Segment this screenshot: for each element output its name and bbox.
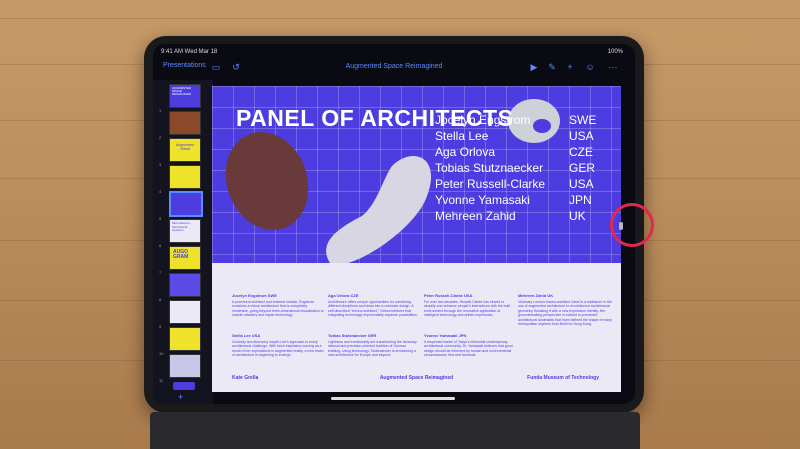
slide-number: 6 xyxy=(159,243,162,248)
slide-thumb-6[interactable]: Micro-Electro-Mechanical Systems xyxy=(169,219,201,243)
slide-thumb-5[interactable] xyxy=(169,191,203,217)
architect-name: Stella Lee xyxy=(435,129,489,143)
tap-highlight-circle xyxy=(610,203,654,247)
bio-block: Jocelyn Engstrom SWE A prominent archite… xyxy=(232,293,324,318)
bio-heading: Yvonne Yamasaki JPN xyxy=(424,333,467,338)
bio-text: A respected leader of Tokyo's influentia… xyxy=(424,339,513,358)
slide-number: 5 xyxy=(159,216,162,221)
bio-block: Stella Lee USA Curiosity and discovery i… xyxy=(232,333,324,358)
bio-text: A prominent architect and eminent schola… xyxy=(232,299,324,318)
architect-name: Jocelyn Engstrom xyxy=(435,113,531,127)
architect-name: Tobias Stutznaecker xyxy=(435,161,544,175)
architect-country: USA xyxy=(569,177,594,191)
architect-name: Peter Russell-Clarke xyxy=(435,177,546,191)
document-title[interactable]: Augmented Space Reimagined xyxy=(153,63,635,70)
bio-heading: Tobias Stutznaecker GER xyxy=(328,333,377,338)
slide-thumb-11[interactable] xyxy=(169,354,201,378)
current-slide-indicator xyxy=(173,382,195,390)
collaborate-icon[interactable]: ☺ xyxy=(585,62,595,72)
architect-country: USA xyxy=(569,129,594,143)
architect-country: JPN xyxy=(569,193,592,207)
status-time: 9:41 AM Wed Mar 18 xyxy=(161,49,218,55)
slide-number: 3 xyxy=(159,162,162,167)
bio-text: Visionary London-based architect Zahid i… xyxy=(518,299,612,327)
slide-number: 4 xyxy=(159,189,162,194)
slide-number: 1 xyxy=(159,108,162,113)
add-icon[interactable]: + xyxy=(565,62,575,72)
bio-heading: Jocelyn Engstrom SWE xyxy=(232,293,277,298)
architect-country: UK xyxy=(569,209,586,223)
architect-name: Yvonne Yamasaki xyxy=(435,193,530,207)
slide-canvas[interactable]: PANEL OF ARCHITECTS Jocelyn Engstrom SWE… xyxy=(212,86,621,392)
bio-text: Architecture offers unique opportunities… xyxy=(328,299,418,318)
toolbar: Presentations ▭ ↺ Augmented Space Reimag… xyxy=(153,58,635,80)
status-bar: 9:41 AM Wed Mar 18 100% xyxy=(153,44,635,58)
slide-number: 10 xyxy=(159,351,164,356)
slide-thumb-10[interactable] xyxy=(169,327,201,351)
pen-icon[interactable]: ✎ xyxy=(547,62,557,72)
slide-thumb-3[interactable]: Augmented Virtual xyxy=(169,138,201,162)
keyboard-stand xyxy=(150,412,640,449)
bio-block: Tobias Stutznaecker GER Lightness and em… xyxy=(328,333,420,358)
architect-country: GER xyxy=(569,161,596,175)
bio-heading: Aga Orlova CZE xyxy=(328,293,359,298)
slide-number: 7 xyxy=(159,270,162,275)
architect-name: Aga Orlova xyxy=(435,145,496,159)
bio-text: For over two decades, Russell-Clarke has… xyxy=(424,299,511,318)
bio-text: Lightness and emotionality are transform… xyxy=(328,339,417,358)
footer-venue: Funda Museum of Technology xyxy=(527,375,599,381)
bio-block: Aga Orlova CZE Architecture offers uniqu… xyxy=(328,293,420,318)
architect-country: CZE xyxy=(569,145,593,159)
bio-heading: Mehreen Zahid UK xyxy=(518,293,554,298)
slide-header-area: PANEL OF ARCHITECTS Jocelyn Engstrom SWE… xyxy=(212,86,621,263)
bio-block: Peter Russell-Clarke USA For over two de… xyxy=(424,293,516,318)
add-slide-button[interactable]: + xyxy=(178,392,183,402)
slide-thumb-9[interactable] xyxy=(169,300,201,324)
slide-number: 8 xyxy=(159,297,162,302)
bio-text: Curiosity and discovery inspire Lee's ap… xyxy=(232,339,324,358)
slide-navigator: AUGMENTED SPACE REIMAGINED 1 2 Augmented… xyxy=(153,80,213,404)
slide-number: 2 xyxy=(159,135,162,140)
slide-thumb-2[interactable] xyxy=(169,111,201,135)
bio-heading: Peter Russell-Clarke USA xyxy=(424,293,473,298)
home-indicator[interactable] xyxy=(331,397,455,400)
bio-block: Yvonne Yamasaki JPN A respected leader o… xyxy=(424,333,516,358)
slide-thumb-7[interactable]: AUGO GRAM xyxy=(169,246,201,270)
more-icon[interactable]: ⋯ xyxy=(608,62,618,72)
architect-name: Mehreen Zahid xyxy=(435,209,516,223)
slide-number: 11 xyxy=(159,378,164,383)
bio-heading: Stella Lee USA xyxy=(232,333,261,338)
slide-thumb-8[interactable] xyxy=(169,273,201,297)
architect-country: SWE xyxy=(569,113,597,127)
play-icon[interactable]: ▶ xyxy=(529,62,539,72)
bio-block: Mehreen Zahid UK Visionary London-based … xyxy=(518,293,612,327)
ipad-screen: 9:41 AM Wed Mar 18 100% Presentations ▭ … xyxy=(153,44,635,404)
slide-thumb-1[interactable]: AUGMENTED SPACE REIMAGINED xyxy=(169,84,201,108)
slide-thumb-4[interactable] xyxy=(169,165,201,189)
battery-status: 100% xyxy=(607,49,623,55)
slide-number: 9 xyxy=(159,324,162,329)
